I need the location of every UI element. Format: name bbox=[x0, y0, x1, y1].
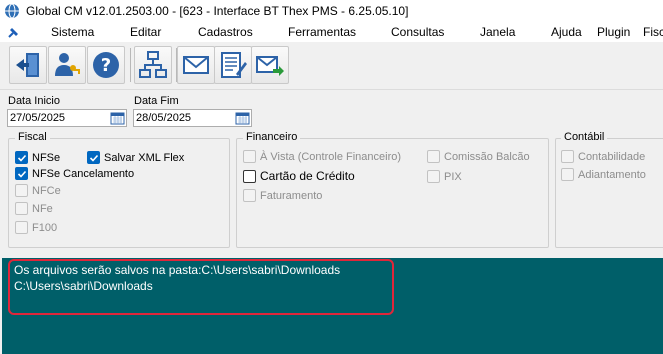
checkbox-nfse-cancelamento[interactable]: NFSe Cancelamento bbox=[15, 167, 134, 180]
checkbox-label: PIX bbox=[444, 170, 462, 183]
checkbox-nfce[interactable]: NFCe bbox=[15, 184, 61, 197]
checkbox-box[interactable] bbox=[561, 168, 574, 181]
menu-editar[interactable]: Editar bbox=[130, 25, 161, 39]
checkbox-box[interactable] bbox=[15, 184, 28, 197]
menu-cadastros[interactable]: Cadastros bbox=[198, 25, 253, 39]
data-inicio-field[interactable]: 27/05/2025 bbox=[7, 109, 127, 127]
checkbox-label: Faturamento bbox=[260, 189, 323, 202]
menu-fiscal[interactable]: Fiscal bbox=[643, 25, 663, 39]
highlight-annotation bbox=[8, 259, 394, 315]
help-icon: ? bbox=[93, 52, 119, 78]
menu-plugin[interactable]: Plugin bbox=[597, 25, 630, 39]
checkbox-faturamento[interactable]: Faturamento bbox=[243, 189, 322, 202]
checkbox-label: Comissão Balcão bbox=[444, 150, 530, 163]
form-edit-icon bbox=[221, 52, 247, 78]
checkbox-label: Cartão de Crédito bbox=[260, 169, 355, 183]
calendar-icon[interactable] bbox=[235, 111, 250, 125]
checkbox-cartao-de-credito[interactable]: Cartão de Crédito bbox=[243, 169, 355, 183]
menu-bar: Sistema Editar Cadastros Ferramentas Con… bbox=[0, 22, 663, 42]
email-forward-button[interactable] bbox=[251, 46, 289, 84]
checkbox-box[interactable] bbox=[15, 151, 28, 164]
financeiro-group-title: Financeiro bbox=[243, 131, 301, 143]
checkbox-label: À Vista (Controle Financeiro) bbox=[260, 150, 402, 163]
checkbox-box[interactable] bbox=[427, 170, 440, 183]
menu-janela[interactable]: Janela bbox=[480, 25, 515, 39]
checkbox-label: NFSe Cancelamento bbox=[32, 167, 135, 180]
checkbox-label: Adiantamento bbox=[578, 168, 646, 181]
svg-text:?: ? bbox=[101, 55, 111, 76]
checkmark-icon bbox=[89, 154, 98, 162]
checkbox-box[interactable] bbox=[427, 150, 440, 163]
checkbox-box[interactable] bbox=[243, 150, 256, 163]
network-diagram-icon bbox=[139, 51, 167, 78]
checkbox-nfe[interactable]: NFe bbox=[15, 202, 53, 215]
checkbox-label: Contabilidade bbox=[578, 150, 646, 163]
window-title: Global CM v12.01.2503.00 - [623 - Interf… bbox=[26, 4, 409, 18]
checkbox-label: NFe bbox=[32, 202, 53, 215]
checkbox-label: NFSe bbox=[32, 151, 61, 164]
user-permissions-button[interactable] bbox=[48, 46, 86, 84]
toolbar-separator bbox=[130, 48, 131, 82]
email-icon bbox=[183, 56, 209, 74]
checkbox-f100[interactable]: F100 bbox=[15, 221, 57, 234]
form-edit-button[interactable] bbox=[214, 46, 252, 84]
help-button[interactable]: ? bbox=[87, 46, 125, 84]
toolbar: ? bbox=[0, 42, 663, 90]
title-bar: Global CM v12.01.2503.00 - [623 - Interf… bbox=[0, 0, 663, 22]
checkbox-a-vista[interactable]: À Vista (Controle Financeiro) bbox=[243, 150, 401, 163]
data-fim-value: 28/05/2025 bbox=[136, 112, 192, 124]
checkbox-pix[interactable]: PIX bbox=[427, 170, 462, 183]
checkbox-salvar-xml-flex[interactable]: Salvar XML Flex bbox=[87, 151, 184, 164]
checkbox-comissao-balcao[interactable]: Comissão Balcão bbox=[427, 150, 530, 163]
user-key-icon bbox=[55, 53, 80, 76]
checkbox-label: F100 bbox=[32, 221, 58, 234]
data-inicio-value: 27/05/2025 bbox=[10, 112, 66, 124]
checkbox-box[interactable] bbox=[243, 169, 256, 183]
pin-icon[interactable] bbox=[6, 24, 22, 40]
checkbox-contabilidade[interactable]: Contabilidade bbox=[561, 150, 645, 163]
checkbox-box[interactable] bbox=[87, 151, 100, 164]
menu-sistema[interactable]: Sistema bbox=[51, 25, 94, 39]
menu-consultas[interactable]: Consultas bbox=[391, 25, 444, 39]
checkbox-box[interactable] bbox=[15, 221, 28, 234]
checkmark-icon bbox=[17, 154, 26, 162]
checkmark-icon bbox=[17, 170, 26, 178]
checkbox-box[interactable] bbox=[243, 189, 256, 202]
data-fim-label: Data Fim bbox=[134, 95, 179, 107]
checkbox-adiantamento[interactable]: Adiantamento bbox=[561, 168, 646, 181]
menu-ferramentas[interactable]: Ferramentas bbox=[288, 25, 356, 39]
data-inicio-label: Data Inicio bbox=[8, 95, 60, 107]
structure-button[interactable] bbox=[134, 46, 172, 84]
email-forward-icon bbox=[256, 56, 284, 76]
fiscal-group-title: Fiscal bbox=[15, 131, 50, 143]
contabil-group-title: Contábil bbox=[561, 131, 608, 143]
checkbox-nfse[interactable]: NFSe bbox=[15, 151, 60, 164]
exit-door-icon bbox=[16, 53, 39, 77]
checkbox-label: Salvar XML Flex bbox=[104, 151, 185, 164]
checkbox-box[interactable] bbox=[561, 150, 574, 163]
calendar-icon[interactable] bbox=[110, 111, 125, 125]
menu-ajuda[interactable]: Ajuda bbox=[551, 25, 582, 39]
exit-button[interactable] bbox=[9, 46, 47, 84]
checkbox-label: NFCe bbox=[32, 184, 61, 197]
data-fim-field[interactable]: 28/05/2025 bbox=[133, 109, 252, 127]
globe-app-icon bbox=[5, 3, 19, 19]
checkbox-box[interactable] bbox=[15, 167, 28, 180]
email-button[interactable] bbox=[177, 46, 215, 84]
checkbox-box[interactable] bbox=[15, 202, 28, 215]
